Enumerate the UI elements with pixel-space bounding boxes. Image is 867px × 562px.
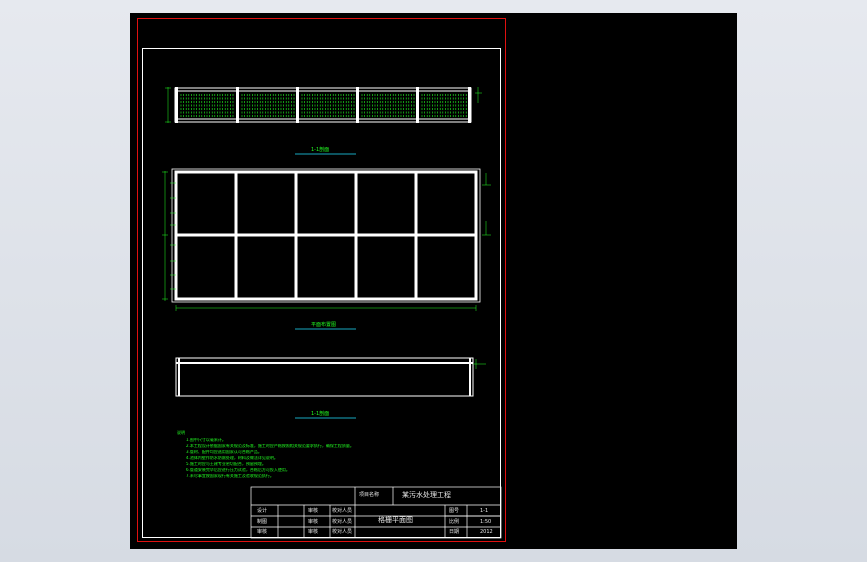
tb-name: 校对人员 bbox=[332, 529, 353, 535]
elevation-post bbox=[175, 87, 178, 123]
tb-name: 校对人员 bbox=[332, 519, 353, 525]
section-dimensions bbox=[473, 359, 486, 369]
tb-role: 审核 bbox=[257, 529, 268, 535]
tb-meta-value: 1:50 bbox=[480, 519, 492, 525]
elevation-dimensions bbox=[165, 87, 482, 123]
project-name: 某污水处理工程 bbox=[402, 491, 451, 499]
section-view bbox=[175, 357, 474, 397]
note-line: 7.未尽事宜按国家现行有关施工及验收规范执行。 bbox=[186, 474, 274, 478]
elevation-post bbox=[296, 87, 299, 123]
tb-meta-key: 日期 bbox=[449, 529, 460, 535]
tb-role: 制图 bbox=[257, 519, 268, 525]
project-label: 项目名称 bbox=[359, 492, 380, 498]
elevation-post bbox=[356, 87, 359, 123]
tb-meta-value: 2012 bbox=[480, 529, 493, 535]
notes-heading: 说明 bbox=[177, 430, 185, 435]
plan-dimensions bbox=[162, 171, 491, 311]
plan-view bbox=[171, 168, 481, 303]
note-line: 6.管道安装完毕后应进行压力试验，合格后方可投入使用。 bbox=[186, 468, 290, 472]
tb-meta-value: 1-1 bbox=[480, 508, 489, 514]
section-title-section: 1-1剖面 bbox=[311, 411, 330, 417]
section-title-plan: 平面布置图 bbox=[311, 322, 337, 328]
elevation-grating bbox=[180, 94, 467, 117]
elevation-post bbox=[468, 87, 471, 123]
cad-model-viewport[interactable]: 1-1剖面 平面布置图 1-1剖面 说明 1.图中尺寸以毫米计。 2.本工程设计依… bbox=[130, 13, 737, 549]
note-line: 4.池体内壁作防水防腐处理，材料及做法详见说明。 bbox=[186, 456, 278, 460]
tb-meta-key: 图号 bbox=[449, 508, 460, 514]
tb-name: 校对人员 bbox=[332, 508, 353, 514]
elevation-post bbox=[236, 87, 239, 123]
tb-meta-key: 比例 bbox=[449, 519, 460, 525]
tb-sign: 审核 bbox=[308, 529, 319, 535]
note-line: 1.图中尺寸以毫米计。 bbox=[186, 438, 226, 442]
section-title-elevation: 1-1剖面 bbox=[311, 147, 330, 153]
note-line: 5.施工时应与土建专业密切配合，预留预埋。 bbox=[186, 462, 266, 466]
tb-role: 设计 bbox=[257, 508, 268, 514]
elevation-post bbox=[416, 87, 419, 123]
note-line: 3.管材、配件均应选用国家认可合格产品。 bbox=[186, 450, 262, 454]
drawing-name: 格栅平面图 bbox=[378, 516, 413, 524]
tb-sign: 审核 bbox=[308, 508, 319, 514]
tb-sign: 审核 bbox=[308, 519, 319, 525]
note-line: 2.本工程设计依据国家有关规范及标准，施工时应严格按照相关规范要求执行，确保工程… bbox=[186, 444, 354, 448]
